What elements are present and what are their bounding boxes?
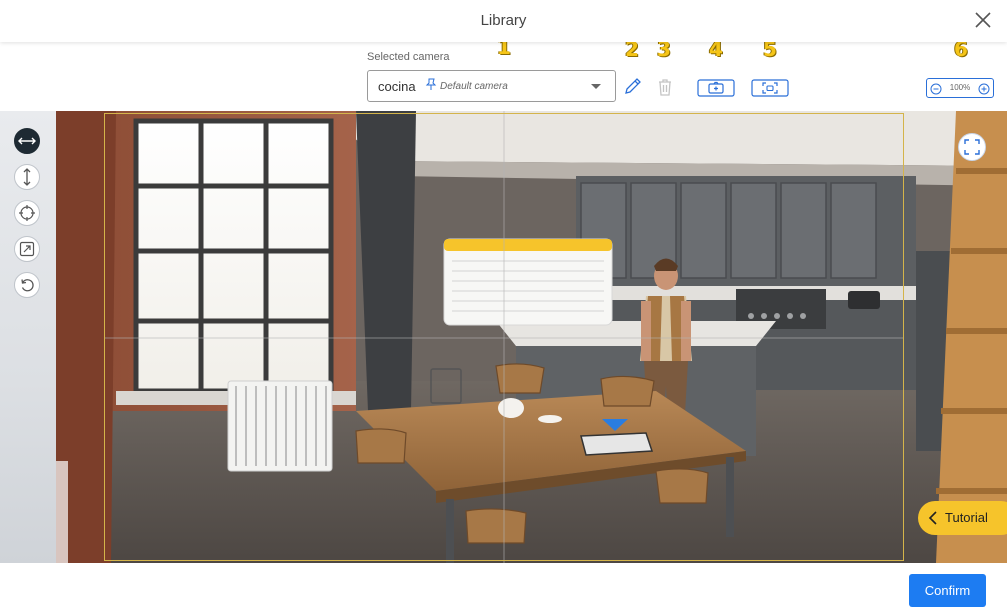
tutorial-button[interactable]: Tutorial <box>918 501 1007 535</box>
camera-name: cocina <box>378 79 416 94</box>
pencil-icon[interactable] <box>623 76 643 101</box>
arrow-up-down-icon[interactable] <box>14 164 40 190</box>
caret-down-icon <box>591 84 601 89</box>
footer <box>0 563 1007 614</box>
fullscreen-icon[interactable] <box>958 133 986 161</box>
resize-icon[interactable] <box>14 236 40 262</box>
default-camera-text: Default camera <box>440 81 508 92</box>
kitchen-scene-render <box>56 111 1007 563</box>
app-header: Library <box>0 0 1007 42</box>
zoom-control: 100% <box>926 78 994 98</box>
zoom-out-icon[interactable] <box>930 82 942 95</box>
tutorial-label: Tutorial <box>945 510 988 525</box>
chevron-left-icon <box>927 511 939 530</box>
confirm-button[interactable]: Confirm <box>909 574 986 607</box>
side-toolbar <box>0 111 56 563</box>
camera-frame <box>104 113 904 561</box>
scene-viewport[interactable] <box>0 111 1007 563</box>
trash-icon[interactable] <box>656 77 674 102</box>
zoom-value: 100% <box>949 83 971 92</box>
selected-camera-label: Selected camera <box>367 51 450 63</box>
screen-capture-icon[interactable] <box>751 78 789 103</box>
orbit-icon[interactable] <box>14 200 40 226</box>
page-title: Library <box>480 12 527 29</box>
camera-add-icon[interactable] <box>697 78 735 103</box>
zoom-in-icon[interactable] <box>978 82 990 95</box>
camera-select[interactable]: cocina Default camera <box>367 70 616 102</box>
arrow-left-right-icon[interactable] <box>14 128 40 154</box>
pin-icon <box>424 77 438 96</box>
reset-icon[interactable] <box>14 272 40 298</box>
close-icon[interactable] <box>973 10 993 30</box>
